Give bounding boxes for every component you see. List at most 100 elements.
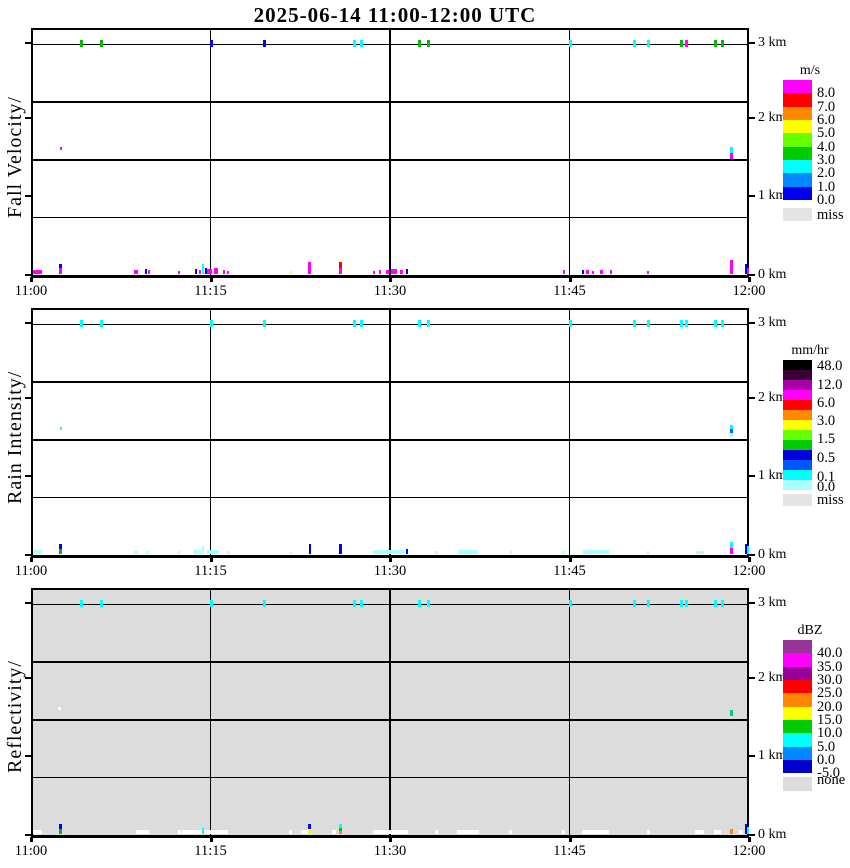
data-mark [562,270,565,275]
data-mark [600,270,604,275]
mark-segment [352,320,356,328]
height-tick-left [25,321,31,324]
height-tick-right [749,116,755,119]
data-mark [352,320,356,328]
colorbar-cell [783,380,812,390]
data-mark [135,830,149,835]
mark-segment [372,830,405,835]
x-tick-label: 11:30 [373,843,407,860]
panel1-ylabel: Fall Velocity/ [4,96,26,218]
data-mark [632,40,636,48]
x-tick [389,277,392,283]
data-mark [289,271,292,275]
data-mark [210,600,214,608]
data-mark [339,262,343,275]
mark-segment [713,320,717,328]
mark-segment [729,433,733,438]
mark-segment [600,270,604,275]
x-tick [748,277,751,283]
height-tick-right [749,676,755,679]
data-mark [339,824,343,835]
mark-segment [646,600,650,608]
mark-segment [193,550,202,555]
x-tick-label: 12:00 [732,283,766,300]
mark-segment [289,552,292,555]
data-mark [680,40,684,48]
colorbar-label: 48.0 [817,358,843,374]
time-gridline [209,589,212,835]
colorbar-cell [783,370,812,380]
colorbar-missing-label: none [817,772,846,788]
colorbar-cell [783,133,812,147]
mark-segment [33,270,42,275]
mark-segment [585,270,589,275]
height-tick-left [25,396,31,399]
mark-segment [405,549,408,555]
data-mark [721,320,725,328]
colorbar-cell [783,759,812,774]
data-mark [714,830,722,835]
mark-segment [569,320,573,328]
mark-segment [632,600,636,608]
time-gridline [209,309,212,555]
data-mark [457,550,478,555]
mark-segment [79,600,83,608]
data-mark [193,550,202,555]
mark-segment [646,320,650,328]
data-mark [352,40,356,48]
colorbar-cell [783,173,812,187]
data-mark [359,600,363,608]
mark-segment [646,830,650,835]
colorbar-cell [783,440,812,450]
x-tick-label: 11:00 [14,563,48,580]
mark-segment [308,262,312,275]
mark-segment [352,600,356,608]
data-mark [100,320,104,328]
mark-segment [289,830,293,835]
colorbar-cell [783,410,812,420]
data-mark [562,830,566,835]
mark-segment [685,600,689,608]
colorbar-missing-label: miss [817,206,844,223]
mark-segment [418,40,422,48]
mark-segment [289,271,292,275]
x-tick [748,557,751,563]
data-mark [373,271,376,275]
mark-segment [339,544,343,555]
mark-segment [226,551,230,555]
data-mark [33,550,42,555]
mark-segment [426,40,430,48]
plot-panel-1 [31,27,750,278]
data-mark [262,320,266,328]
colorbar-cell [783,470,812,480]
colorbar-cell [783,460,812,470]
mark-segment [100,40,104,48]
x-tick [389,557,392,563]
data-mark [210,320,214,328]
mark-segment [339,830,343,835]
mark-segment [680,320,684,328]
mark-segment [100,600,104,608]
data-mark [685,320,689,328]
colorbar-cell [783,719,812,734]
colorbar-missing-label: miss [817,492,844,508]
mark-segment [562,270,565,275]
data-mark [738,830,743,835]
data-mark [222,270,225,275]
mark-segment [178,271,181,275]
colorbar-missing-cell [783,777,812,791]
x-tick-label: 11:45 [553,843,586,860]
data-mark [59,544,63,555]
mark-segment [339,268,343,275]
mark-segment [79,320,83,328]
colorbar-cell [783,119,812,134]
colorbar-cell [783,390,812,400]
mark-segment [57,707,61,711]
colorbar-title: dBZ [797,623,823,638]
colorbar-title: m/s [799,63,821,78]
data-mark [405,269,408,275]
data-mark [339,544,343,555]
data-mark [144,269,147,275]
x-tick-label: 12:00 [732,843,766,860]
colorbar-cell [783,430,812,440]
